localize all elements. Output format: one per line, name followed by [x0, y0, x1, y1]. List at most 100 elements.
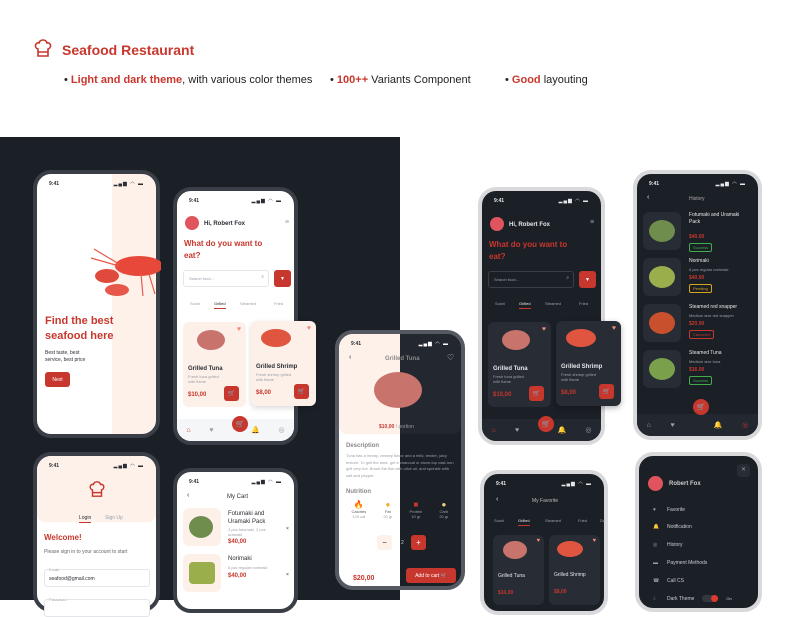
- home-icon[interactable]: ⌂: [647, 422, 651, 429]
- status-time: 9:41: [496, 481, 507, 487]
- history-item-desc: Medium size red snapper: [689, 313, 734, 318]
- menu-item-notification[interactable]: 🔔 Notification: [653, 524, 692, 530]
- increase-button[interactable]: +: [411, 535, 426, 550]
- heart-icon[interactable]: ♥: [592, 538, 596, 544]
- description-text: Tuna has a meaty, creamy flavor and a mi…: [346, 453, 454, 478]
- history-item-name[interactable]: Steamed Tuna: [689, 350, 749, 357]
- card-title: Grilled Shrimp: [256, 364, 298, 370]
- tab-fried[interactable]: Fried: [579, 301, 588, 306]
- history-icon[interactable]: ◎: [742, 421, 748, 429]
- cart-item-price: $40,00: [228, 539, 247, 545]
- next-button[interactable]: Next: [45, 372, 70, 387]
- lobster-illustration: [89, 244, 163, 304]
- remove-icon[interactable]: ×: [286, 572, 289, 578]
- nutrition-carb: ● Carb 20 gr: [439, 500, 449, 519]
- menu-icon[interactable]: ≡: [590, 219, 594, 226]
- bell-icon[interactable]: 🔔: [557, 426, 566, 434]
- history-item-name[interactable]: Fotumaki and Uramaki Pack: [689, 212, 749, 226]
- bell-icon[interactable]: 🔔: [251, 426, 260, 434]
- menu-item-dark-theme: ☾ Dark Theme On: [653, 595, 732, 602]
- food-card[interactable]: ♥ Grilled Tuna Fresh tuna grilled with f…: [488, 322, 551, 407]
- food-card[interactable]: ♥ Grilled Tuna $10,00: [493, 535, 544, 605]
- menu-icon[interactable]: ≡: [285, 219, 289, 226]
- tab-more[interactable]: De: [600, 518, 605, 523]
- heart-icon[interactable]: ♥: [671, 422, 675, 429]
- home-title: What do you want to eat?: [489, 240, 568, 261]
- status-icons: ▂▄▆ ◠ ▬: [418, 341, 449, 347]
- heart-icon[interactable]: ♡: [447, 353, 454, 362]
- filter-button[interactable]: ▼: [274, 270, 291, 287]
- tab-sushi[interactable]: Sushi: [495, 301, 505, 306]
- favorite-screen: 9:41 ▂▄▆ ◠ ▬ ‹ My Favorite Sushi Grilled …: [480, 470, 608, 615]
- history-item-name[interactable]: Norimaki: [689, 258, 749, 265]
- tab-steamed[interactable]: Steamed: [545, 301, 561, 306]
- menu-item-call-cs[interactable]: ☎ Call CS: [653, 578, 684, 584]
- add-to-cart-button[interactable]: 🛒: [599, 384, 614, 399]
- tab-grilled[interactable]: Grilled: [518, 518, 530, 526]
- search-input[interactable]: Search food... ⌕: [488, 271, 574, 288]
- nutrition-protein: ■ Protein 10 gr: [409, 500, 423, 519]
- menu-item-favorite[interactable]: ♥ Favorite: [653, 507, 685, 513]
- back-button[interactable]: ‹: [187, 492, 189, 499]
- nutrition-label: Nutrition: [346, 489, 371, 495]
- tab-sign-up[interactable]: Sign Up: [105, 515, 123, 521]
- decrease-button[interactable]: −: [377, 535, 392, 550]
- onboarding-subtitle: Best taste, best service, best price: [45, 350, 86, 363]
- bell-icon[interactable]: 🔔: [714, 421, 723, 429]
- email-field[interactable]: Email seafood@gmail.com: [44, 567, 150, 587]
- heart-icon[interactable]: ♥: [542, 326, 546, 333]
- back-button[interactable]: ‹: [349, 354, 351, 361]
- filter-button[interactable]: ▼: [579, 271, 596, 288]
- history-item-price: $40.00: [689, 234, 705, 240]
- history-icon[interactable]: ◎: [278, 426, 284, 434]
- cart-fab[interactable]: 🛒: [538, 416, 554, 432]
- add-to-cart-button[interactable]: 🛒: [529, 386, 544, 401]
- tab-grilled[interactable]: Grilled: [214, 301, 226, 309]
- history-item-name[interactable]: Steamed red snapper: [689, 304, 749, 311]
- heart-icon[interactable]: ♥: [612, 325, 616, 332]
- cart-item-desc: 3 pcs fotumaki, 2 pcs uramaki: [228, 527, 266, 537]
- back-button[interactable]: ‹: [647, 194, 649, 201]
- add-to-cart-button[interactable]: 🛒: [294, 384, 309, 399]
- cart-fab[interactable]: 🛒: [693, 399, 709, 415]
- status-icons: ▂▄▆ ◠ ▬: [251, 198, 282, 204]
- heart-icon[interactable]: ♥: [307, 325, 311, 332]
- close-button[interactable]: ✕: [737, 464, 750, 477]
- add-to-cart-button[interactable]: 🛒: [224, 386, 239, 401]
- food-card[interactable]: ♥ Grilled Shrimp Fresh shrimp grilled wi…: [556, 321, 621, 406]
- tab-steamed[interactable]: Steamed: [240, 301, 256, 306]
- heart-icon[interactable]: ♥: [515, 427, 519, 434]
- heart-icon[interactable]: ♥: [209, 427, 213, 434]
- back-button[interactable]: ‹: [496, 496, 498, 503]
- cart-fab[interactable]: 🛒: [232, 416, 248, 432]
- search-input[interactable]: Search food... ⌕: [183, 270, 269, 287]
- food-card[interactable]: ♥ Grilled Tuna Fresh tuna grilled with f…: [183, 322, 246, 407]
- password-field[interactable]: Password: [44, 597, 150, 617]
- nutrition-fat: ● Fat 20 gr: [383, 500, 393, 519]
- tab-steamed[interactable]: Steamed: [545, 518, 561, 523]
- history-item-price: $40.00: [689, 275, 705, 281]
- heart-icon[interactable]: ♥: [536, 538, 540, 544]
- tab-sushi[interactable]: Sushi: [190, 301, 200, 306]
- tab-sushi[interactable]: Sushi: [494, 518, 504, 523]
- heart-icon[interactable]: ♥: [237, 326, 241, 333]
- tab-grilled[interactable]: Grilled: [519, 301, 531, 309]
- menu-item-history[interactable]: ◎ History: [653, 542, 683, 548]
- card-desc: Fresh tuna grilled with flame: [188, 374, 219, 384]
- home-icon[interactable]: ⌂: [186, 427, 190, 434]
- total-price: $20,00: [353, 575, 375, 582]
- menu-item-payment[interactable]: ▬ Payment Methods: [653, 560, 707, 566]
- card-price: $8,00: [561, 390, 577, 396]
- tab-fried[interactable]: Fried: [274, 301, 283, 306]
- cart-screen: 9:41 ▂▄▆ ◠ ▬ ‹ My Cart Fotumaki and Urama…: [173, 468, 298, 613]
- tab-login[interactable]: Login: [79, 515, 92, 523]
- dark-theme-toggle[interactable]: [702, 595, 719, 602]
- tab-fried[interactable]: Fried: [578, 518, 587, 523]
- moon-icon: ☾: [653, 595, 658, 602]
- add-to-cart-button[interactable]: Add to cart 🛒: [406, 568, 456, 583]
- home-icon[interactable]: ⌂: [492, 427, 496, 434]
- remove-icon[interactable]: ×: [286, 526, 289, 532]
- food-card[interactable]: ♥ Grilled Shrimp $8,00: [549, 535, 600, 605]
- food-card[interactable]: ♥ Grilled Shrimp Fresh shrimp grilled wi…: [251, 321, 316, 406]
- history-icon[interactable]: ◎: [585, 426, 591, 434]
